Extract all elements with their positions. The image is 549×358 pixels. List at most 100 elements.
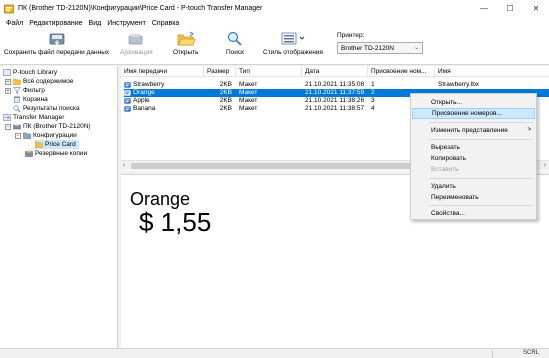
save-transfer-label: Сохранить файл передачи данных	[4, 49, 110, 56]
menu-bar: Файл Редактирование Вид Инструмент Справ…	[0, 17, 549, 29]
menu-item-change-view[interactable]: Изменить представление >	[412, 125, 535, 136]
column-header-transfer-name[interactable]: Имя передачи	[121, 66, 204, 77]
cell-size: 2KB	[219, 97, 232, 104]
view-style-button[interactable]: Стиль отображения	[263, 31, 323, 56]
backups-icon	[25, 150, 33, 157]
cell-size: 2KB	[219, 81, 232, 88]
cell-type: Макет	[239, 105, 258, 112]
tree-item-configurations[interactable]: − Конфигурации	[15, 131, 77, 140]
minimize-button[interactable]: —	[471, 0, 497, 17]
menu-item-properties[interactable]: Свойства...	[412, 208, 535, 219]
menu-separator	[429, 178, 533, 179]
menu-view[interactable]: Вид	[86, 20, 105, 27]
layout-file-icon	[124, 90, 131, 96]
tree-item-ptouch-library[interactable]: P-touch Library	[3, 68, 57, 77]
cell-size: 2KB	[219, 105, 232, 112]
view-style-label: Стиль отображения	[263, 49, 323, 56]
toolbar: Сохранить файл передачи данных Архивация…	[0, 29, 549, 65]
menu-item-delete[interactable]: Удалить	[412, 181, 535, 192]
title-bar: ПК (Brother TD-2120N)\Конфигурации\Price…	[0, 0, 549, 17]
menu-item-paste[interactable]: Вставить	[412, 164, 535, 175]
cell-date: 21.10.2021 11:38:26	[305, 97, 365, 104]
library-icon	[3, 69, 11, 76]
printer-select[interactable]: Brother TD-2120N ⌄	[337, 42, 423, 54]
chevron-down-icon: ⌄	[413, 45, 419, 51]
printer-icon	[13, 123, 21, 130]
open-folder-icon	[177, 31, 196, 46]
expand-icon[interactable]: +	[5, 87, 11, 94]
column-header-type[interactable]: Тип	[236, 66, 302, 77]
tree-item-all-contents[interactable]: + Всё содержимое	[5, 77, 74, 86]
open-label: Открыть	[173, 49, 199, 56]
layout-file-icon	[124, 106, 131, 112]
cell-type: Макет	[239, 81, 258, 88]
printer-select-value: Brother TD-2120N	[341, 45, 394, 52]
submenu-arrow-icon: >	[527, 127, 531, 133]
menu-edit[interactable]: Редактирование	[26, 20, 85, 27]
menu-separator	[429, 122, 533, 123]
open-button[interactable]: Открыть	[173, 31, 199, 56]
search-icon	[227, 31, 242, 46]
layout-file-icon	[124, 98, 131, 104]
column-header-name[interactable]: Имя	[435, 66, 549, 77]
window-title: ПК (Brother TD-2120N)\Конфигурации\Price…	[18, 5, 263, 12]
tree-item-backups[interactable]: Резервные копии	[25, 149, 87, 158]
scroll-left-icon[interactable]: ‹	[123, 161, 125, 171]
cell-number: 4	[371, 105, 375, 112]
trash-icon	[14, 96, 20, 103]
menu-tools[interactable]: Инструмент	[104, 20, 149, 27]
menu-file[interactable]: Файл	[3, 20, 26, 27]
configurations-icon	[23, 132, 31, 139]
menu-item-open[interactable]: Открыть...	[412, 97, 535, 108]
tree-item-pc-printer[interactable]: − ПК (Brother TD-2120N)	[5, 122, 91, 131]
column-header-date[interactable]: Дата	[302, 66, 368, 77]
menu-item-rename[interactable]: Переименовать	[412, 192, 535, 203]
preview-price: $ 1,55	[139, 207, 212, 237]
scroll-thumb[interactable]	[131, 163, 431, 169]
tree-item-transfer-manager[interactable]: Transfer Manager	[3, 113, 64, 122]
scroll-lock-indicator: SCRL	[522, 350, 539, 356]
menu-separator	[429, 205, 533, 206]
menu-item-cut[interactable]: Вырезать	[412, 142, 535, 153]
save-transfer-file-button[interactable]: Сохранить файл передачи данных	[4, 31, 109, 56]
filter-icon	[13, 87, 21, 94]
scroll-right-icon[interactable]: ›	[544, 161, 546, 171]
list-header: Имя передачи Размер Тип Дата Присвоение …	[121, 66, 549, 77]
column-header-size[interactable]: Размер	[204, 66, 236, 77]
context-menu: Открыть... Присвоение номеров... Изменит…	[410, 93, 537, 220]
tree-item-price-card[interactable]: Price Card	[35, 140, 79, 149]
cell-date: 21.10.2021 11:35:08	[305, 81, 365, 88]
save-transfer-icon	[49, 33, 64, 45]
status-divider	[492, 350, 493, 358]
cell-transfer-name: Strawberry	[133, 81, 165, 88]
menu-item-assign-numbers[interactable]: Присвоение номеров...	[412, 108, 535, 119]
cell-transfer-name: Banana	[133, 105, 156, 112]
table-row[interactable]: Strawberry 2KB Макет 21.10.2021 11:35:08…	[124, 81, 549, 89]
cell-type: Макет	[239, 89, 258, 96]
folder-icon	[13, 78, 21, 85]
cell-file-name: Strawberry.lbx	[438, 81, 480, 88]
close-button[interactable]: ✕	[523, 0, 549, 17]
collapse-icon[interactable]: −	[5, 123, 11, 130]
app-icon	[4, 4, 14, 13]
folder-icon	[35, 141, 43, 148]
tree-item-filter[interactable]: + Фильтр	[5, 86, 45, 95]
menu-item-copy[interactable]: Копировать	[412, 153, 535, 164]
maximize-button[interactable]: ☐	[497, 0, 523, 17]
collapse-icon[interactable]: −	[15, 132, 21, 139]
search-button[interactable]: Поиск	[226, 31, 244, 56]
cell-type: Макет	[239, 97, 258, 104]
menu-item-change-view-label: Изменить представление	[431, 127, 508, 134]
column-header-numbering[interactable]: Присвоение ном...	[368, 66, 435, 77]
menu-separator	[429, 139, 533, 140]
archive-button[interactable]: Архивация	[120, 31, 153, 56]
status-bar: SCRL	[0, 348, 549, 358]
search-label: Поиск	[226, 49, 245, 56]
expand-icon[interactable]: +	[5, 78, 11, 85]
cell-transfer-name: Orange	[133, 89, 155, 96]
menu-help[interactable]: Справка	[149, 20, 182, 27]
cell-transfer-name: Apple	[133, 97, 150, 104]
cell-number: 2	[371, 89, 375, 96]
tree-item-search-results[interactable]: Результаты поиска	[13, 104, 80, 113]
tree-item-trash[interactable]: Корзина	[13, 95, 48, 104]
